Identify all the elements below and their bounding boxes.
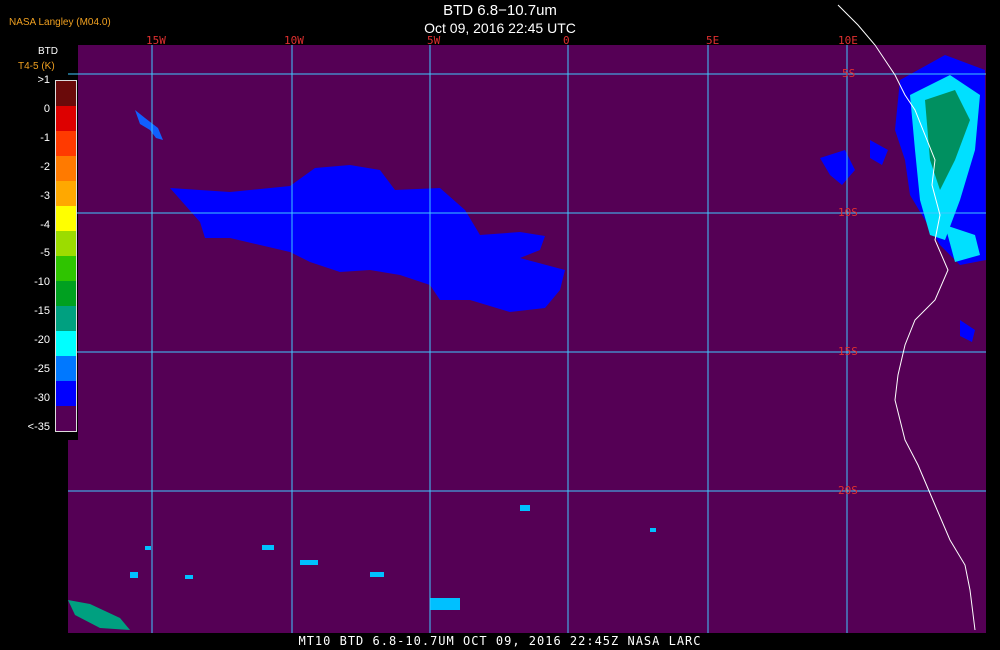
lat-label-15s: 15S xyxy=(838,345,858,358)
legend-color-cell xyxy=(56,206,76,231)
map-datetime: Oct 09, 2016 22:45 UTC xyxy=(424,20,576,36)
legend-title: BTD xyxy=(38,46,58,57)
legend-tick-label: -25 xyxy=(34,363,50,375)
source-label: NASA Langley (M04.0) xyxy=(9,17,111,28)
legend-tick-label: -4 xyxy=(40,218,50,231)
legend-color-cell xyxy=(56,406,76,431)
legend-tick-label: -5 xyxy=(40,247,50,260)
legend-color-cell xyxy=(56,156,76,181)
legend-tick-label: >1 xyxy=(37,74,50,86)
legend-color-cell xyxy=(56,331,76,356)
legend-color-cell xyxy=(56,281,76,306)
legend-color-cell xyxy=(56,256,76,281)
legend-tick-label: -30 xyxy=(34,391,50,404)
legend-tick-label: -3 xyxy=(40,189,50,202)
lat-label-20s: 20S xyxy=(838,484,858,497)
footer-caption: MT10 BTD 6.8-10.7UM OCT 09, 2016 22:45Z … xyxy=(298,634,702,648)
legend-color-cell xyxy=(56,356,76,381)
legend-color-cell xyxy=(56,131,76,156)
legend-tick-label: -15 xyxy=(34,305,50,318)
legend-color-cell xyxy=(56,381,76,406)
map-title: BTD 6.8−10.7um xyxy=(443,2,557,19)
legend-color-cell xyxy=(56,81,76,106)
legend-tick-label: 0 xyxy=(43,102,50,115)
lat-label-10s: 10S xyxy=(838,206,858,219)
map-background xyxy=(68,45,986,633)
lat-label-5s: 5S xyxy=(842,67,856,80)
legend-subtitle: T4-5 (K) xyxy=(18,61,55,72)
legend-color-cell xyxy=(56,306,76,331)
legend-tick-label: -1 xyxy=(40,131,50,144)
legend-tick-label: -20 xyxy=(34,334,50,347)
legend-tick-label: <-35 xyxy=(27,420,50,433)
legend-tick-label: -2 xyxy=(40,160,50,173)
legend-colorbar xyxy=(55,80,77,432)
legend-color-cell xyxy=(56,231,76,256)
map-canvas xyxy=(0,4,986,633)
legend-color-cell xyxy=(56,106,76,131)
legend-tick-label: -10 xyxy=(34,276,50,289)
legend-color-cell xyxy=(56,181,76,206)
